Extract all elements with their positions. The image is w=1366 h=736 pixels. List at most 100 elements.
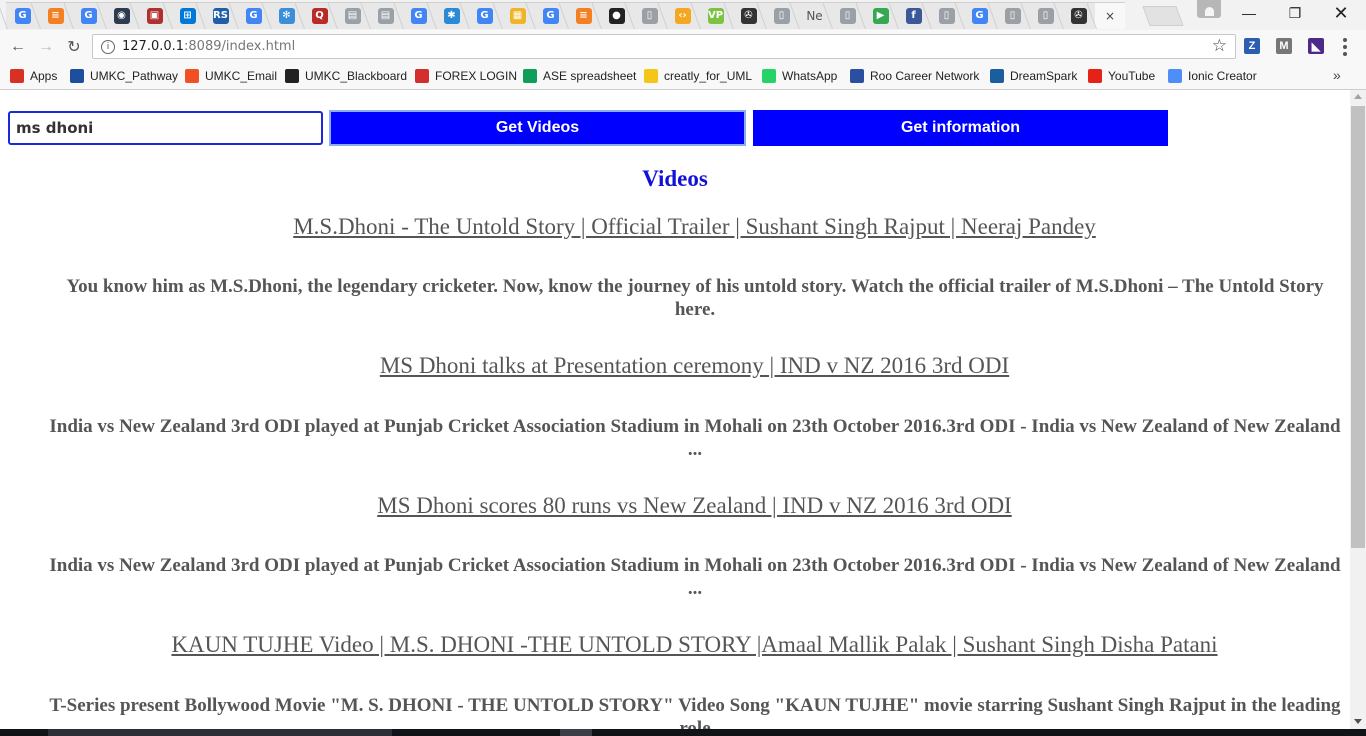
whatsapp-icon (762, 69, 776, 83)
bookmark-label: Ionic Creator (1188, 69, 1257, 83)
youtube-icon (1088, 69, 1102, 83)
stackoverflow-icon: ≡ (47, 8, 64, 24)
bookmark-item[interactable]: creatly_for_UML (644, 67, 752, 85)
window-close-icon[interactable]: ✕ (1331, 3, 1351, 23)
umkc-icon (70, 69, 84, 83)
search-input[interactable] (8, 111, 323, 145)
google-icon: G (245, 8, 262, 24)
bookmark-item[interactable]: DreamSpark (990, 67, 1077, 85)
video-title-link[interactable]: MS Dhoni talks at Presentation ceremony … (0, 353, 1350, 379)
facebook-icon: f (905, 8, 922, 24)
videos-heading: Videos (642, 166, 708, 191)
doc-icon: ▤ (377, 8, 394, 24)
career-icon (850, 69, 864, 83)
address-bar[interactable]: i 127.0.0.1:8089/index.html ☆ (92, 34, 1236, 59)
google-icon: G (542, 8, 559, 24)
bookmark-label: Roo Career Network (870, 69, 980, 83)
bookmark-item[interactable]: UMKC_Pathway (70, 67, 178, 85)
browser-toolbar: ← → ↻ i 127.0.0.1:8089/index.html ☆ Z M ◣ (0, 30, 1366, 63)
new-tab-button[interactable] (1142, 6, 1184, 26)
get-information-button[interactable]: Get information (753, 110, 1168, 146)
scroll-down-arrow-icon[interactable] (1354, 719, 1362, 724)
bookmark-label: UMKC_Blackboard (305, 69, 408, 83)
os-taskbar (0, 729, 1366, 736)
bookmark-item[interactable]: Apps (10, 67, 57, 85)
camera-icon: ◉ (113, 8, 130, 24)
video-description: India vs New Zealand 3rd ODI played at P… (49, 555, 1341, 599)
video-title-link[interactable]: MS Dhoni scores 80 runs vs New Zealand |… (0, 493, 1350, 519)
box-icon: ▦ (509, 8, 526, 24)
google-icon: G (80, 8, 97, 24)
blackboard-icon (285, 69, 299, 83)
browser-menu-icon[interactable] (1343, 38, 1347, 56)
bookmark-item[interactable]: Ionic Creator (1168, 67, 1257, 85)
profile-avatar-icon[interactable] (1197, 0, 1221, 18)
windows-icon: ⊞ (179, 8, 196, 24)
purple-extension-icon[interactable]: ◣ (1308, 38, 1324, 54)
bookmarks-bar: Apps UMKC_Pathway UMKC_Email UMKC_Blackboar… (0, 63, 1366, 90)
bookmark-item[interactable]: WhatsApp (762, 67, 837, 85)
page-icon: ▯ (938, 8, 955, 24)
m-extension-icon[interactable]: M (1276, 38, 1292, 54)
bookmark-label: WhatsApp (782, 69, 838, 83)
google-icon: G (14, 8, 31, 24)
back-arrow-icon[interactable]: ← (7, 36, 29, 58)
reload-icon[interactable]: ↻ (63, 36, 85, 58)
bookmark-item[interactable]: UMKC_Blackboard (285, 67, 407, 85)
bookmark-item[interactable]: Roo Career Network (850, 67, 979, 85)
google-icon: G (410, 8, 427, 24)
doc-icon: ▤ (344, 8, 361, 24)
page-icon: ▯ (641, 8, 658, 24)
forward-arrow-icon[interactable]: → (35, 36, 57, 58)
page-icon: ▯ (1004, 8, 1021, 24)
sheets-icon (523, 69, 537, 83)
restore-icon[interactable]: ❐ (1285, 4, 1305, 22)
video-title-link[interactable]: M.S.Dhoni - The Untold Story | Official … (0, 214, 1350, 240)
dreamspark-icon (990, 69, 1004, 83)
bookmark-label: FOREX LOGIN (435, 69, 518, 83)
ne-tab-text: Ne (806, 9, 823, 23)
get-videos-button[interactable]: Get Videos (329, 110, 746, 146)
vp-icon: VP (707, 8, 724, 24)
bookmark-item[interactable]: FOREX LOGIN (415, 67, 517, 85)
site-info-icon[interactable]: i (101, 40, 115, 54)
page-scrollbar[interactable] (1350, 90, 1366, 736)
bookmark-label: UMKC_Pathway (90, 69, 179, 83)
bookmark-item[interactable]: YouTube (1088, 67, 1155, 85)
ionic-icon (1168, 69, 1182, 83)
code-icon: ‹› (674, 8, 691, 24)
video-title-link[interactable]: KAUN TUJHE Video | M.S. DHONI -THE UNTOL… (0, 632, 1350, 658)
apps-grid-icon (10, 69, 24, 83)
page-icon: ▯ (1037, 8, 1054, 24)
tab-strip: G ≡ G ◉ ▣ ⊞ RS G ✻ Q ▤ ▤ G ✱ G ▦ G ≡ ● ▯ ‹› VP ✇ ▯ Ne ▯ ▶ f ▯ G ▯ ▯ ✇ × —… (0, 0, 1366, 30)
scrollbar-thumb[interactable] (1351, 106, 1365, 548)
stackoverflow-icon: ≡ (575, 8, 592, 24)
bookmark-item[interactable]: ASE spreadsheet (523, 67, 636, 85)
windows-icon (185, 69, 199, 83)
media-icon: ▣ (146, 8, 163, 24)
tab-list: G ≡ G ◉ ▣ ⊞ RS G ✻ Q ▤ ▤ G ✱ G ▦ G ≡ ● ▯ ‹› VP ✇ ▯ Ne ▯ ▶ f ▯ G ▯ ▯ ✇ × (6, 2, 1125, 30)
url-text[interactable]: 127.0.0.1:8089/index.html (122, 39, 295, 54)
snowflake-icon: ✻ (278, 8, 295, 24)
bookmark-star-icon[interactable]: ☆ (1212, 36, 1227, 56)
bookmark-item[interactable]: UMKC_Email (185, 67, 277, 85)
bookmark-label: Apps (30, 69, 58, 83)
bookmarks-overflow-icon[interactable]: » (1333, 67, 1341, 83)
page-icon: ▯ (839, 8, 856, 24)
video-description: India vs New Zealand 3rd ODI played at P… (49, 416, 1341, 460)
bookmark-label: DreamSpark (1010, 69, 1078, 83)
scroll-up-arrow-icon[interactable] (1354, 94, 1362, 99)
forex-icon (415, 69, 429, 83)
browser-tab[interactable]: × (1095, 2, 1125, 29)
rs-icon: RS (212, 8, 229, 24)
minimize-icon[interactable]: — (1239, 4, 1259, 22)
quora-icon: Q (311, 8, 328, 24)
taskbar-app-button[interactable] (560, 729, 592, 736)
zotero-icon[interactable]: Z (1244, 38, 1260, 54)
taskbar-search-box[interactable] (48, 729, 392, 736)
bookmark-label: UMKC_Email (205, 69, 278, 83)
sun-icon (644, 69, 658, 83)
page-icon: ▯ (773, 8, 790, 24)
google-icon: G (971, 8, 988, 24)
close-icon[interactable]: × (1102, 8, 1118, 24)
